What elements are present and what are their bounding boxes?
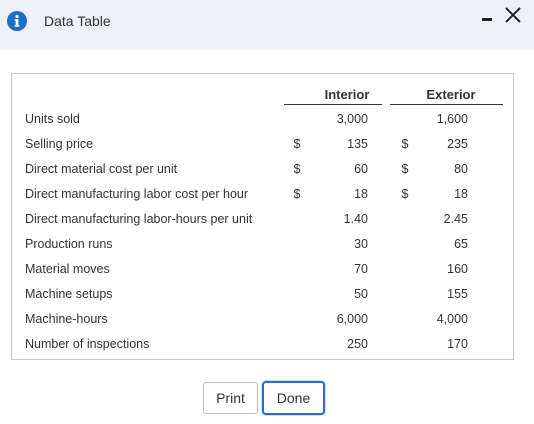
table-row: Units sold 3,000 1,600	[12, 107, 513, 132]
value-interior: 30	[354, 237, 368, 251]
dollar-sign-interior: $	[293, 187, 301, 201]
dollar-sign-interior: $	[293, 162, 301, 176]
table-row: Machine setups 50 155	[12, 282, 513, 307]
value-exterior: 155	[447, 287, 468, 301]
row-label: Direct material cost per unit	[25, 162, 178, 176]
value-interior: 70	[354, 262, 368, 276]
table-row: Production runs 30 65	[12, 232, 513, 257]
table-row: Material moves 70 160	[12, 257, 513, 282]
value-exterior: 4,000	[436, 312, 468, 326]
info-icon	[7, 11, 27, 31]
minimize-icon	[482, 18, 492, 21]
row-label: Selling price	[25, 137, 94, 151]
dialog-titlebar: Data Table	[0, 0, 534, 50]
table-row: Direct material cost per unit $60 $80	[12, 157, 513, 182]
value-exterior: 235	[447, 137, 468, 151]
row-label: Machine setups	[25, 287, 113, 301]
done-button[interactable]: Done	[262, 381, 325, 415]
dollar-sign-exterior: $	[401, 187, 409, 201]
row-label: Production runs	[25, 237, 113, 251]
table-row: Selling price $135 $235	[12, 132, 513, 157]
table-row: Direct manufacturing labor-hours per uni…	[12, 207, 513, 232]
value-interior: 6,000	[336, 312, 368, 326]
value-interior: 250	[347, 337, 368, 351]
close-icon	[505, 7, 521, 23]
data-table: Interior Exterior Units sold 3,000 1,600 Se…	[11, 73, 514, 360]
row-label: Number of inspections	[25, 337, 150, 351]
value-interior: 18	[354, 187, 368, 201]
table-row: Direct manufacturing labor cost per hour…	[12, 182, 513, 207]
header-underline-exterior	[390, 104, 503, 105]
value-exterior: 18	[454, 187, 468, 201]
value-interior: 3,000	[336, 112, 368, 126]
value-exterior: 1,600	[436, 112, 468, 126]
value-exterior: 170	[447, 337, 468, 351]
table-row: Machine-hours 6,000 4,000	[12, 307, 513, 332]
row-label: Machine-hours	[25, 312, 108, 326]
minimize-button[interactable]	[476, 6, 498, 28]
dollar-sign-exterior: $	[401, 162, 409, 176]
close-button[interactable]	[500, 2, 526, 28]
column-header-exterior: Exterior	[426, 87, 476, 102]
row-label: Units sold	[25, 112, 80, 126]
row-label: Direct manufacturing labor cost per hour	[25, 187, 249, 201]
print-button[interactable]: Print	[203, 382, 258, 414]
dollar-sign-interior: $	[293, 137, 301, 151]
header-underline-interior	[284, 104, 382, 105]
dollar-sign-exterior: $	[401, 137, 409, 151]
value-exterior: 160	[447, 262, 468, 276]
value-exterior: 2.45	[443, 212, 468, 226]
value-interior: 50	[354, 287, 368, 301]
column-header-interior: Interior	[324, 87, 370, 102]
row-label: Direct manufacturing labor-hours per uni…	[25, 212, 253, 226]
value-exterior: 80	[454, 162, 468, 176]
row-label: Material moves	[25, 262, 110, 276]
table-row: Number of inspections 250 170	[12, 332, 513, 357]
value-exterior: 65	[454, 237, 468, 251]
value-interior: 60	[354, 162, 368, 176]
value-interior: 1.40	[343, 212, 368, 226]
value-interior: 135	[347, 137, 368, 151]
dialog-title: Data Table	[44, 13, 111, 29]
